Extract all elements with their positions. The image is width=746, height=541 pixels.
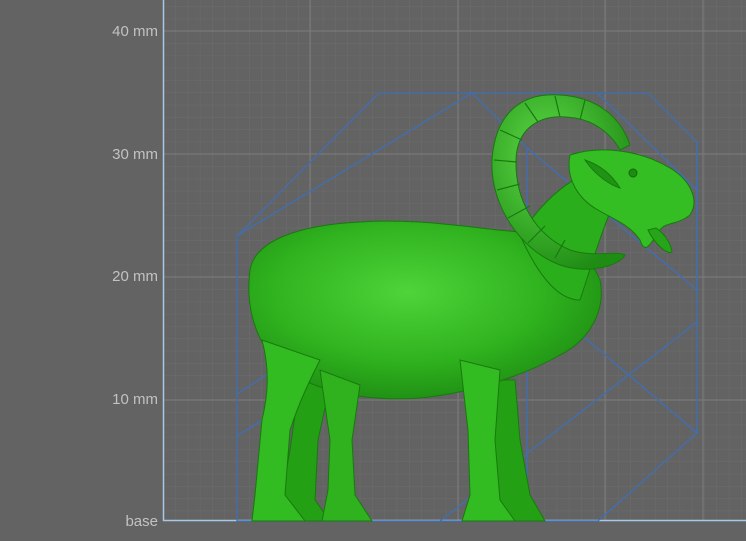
ruler-label-20mm: 20 mm [112,268,158,285]
ruler-label-base: base [125,513,158,530]
ruler-label-40mm: 40 mm [112,23,158,40]
ruler-label-10mm: 10 mm [112,391,158,408]
ruler-label-30mm: 30 mm [112,146,158,163]
3d-viewport[interactable]: 40 mm 30 mm 20 mm 10 mm base [0,0,746,541]
ram-eye [628,168,638,178]
